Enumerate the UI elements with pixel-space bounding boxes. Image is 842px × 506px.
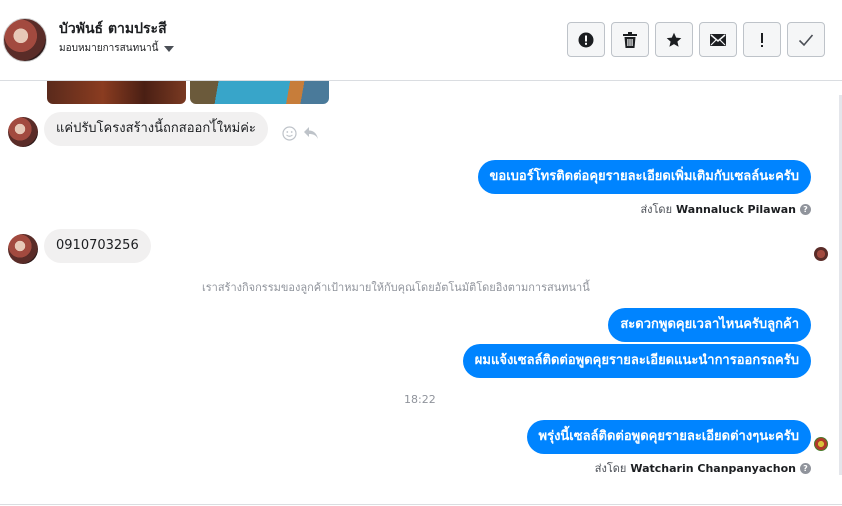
contact-avatar[interactable] <box>3 18 47 62</box>
conversation-header: บัวพันธ์ ตามประสี มอบหมายการสนทนานี้ <box>0 0 842 81</box>
read-receipt-avatar <box>814 247 828 261</box>
divider <box>0 504 842 505</box>
outgoing-message[interactable]: พรุ่งนี้เซลล์ติดต่อพูดคุยรายละเอียดต่างๆ… <box>526 420 811 454</box>
incoming-message[interactable]: แค่ปรับโครงสร้างนี้ถกสออกไ้ใหม่ค่ะ <box>44 112 268 146</box>
mark-unread-button[interactable] <box>699 22 737 57</box>
mail-icon <box>710 33 726 46</box>
mark-done-button[interactable] <box>787 22 825 57</box>
outgoing-message[interactable]: สะดวกพูดคุยเวลาไหนครับลูกค้า <box>608 308 811 342</box>
sent-by-prefix: ส่งโดย <box>640 203 673 216</box>
system-note: เราสร้างกิจกรรมของลูกค้าเป้าหมายให้กับคุ… <box>202 281 590 294</box>
delete-button[interactable] <box>611 22 649 57</box>
contact-avatar-small[interactable] <box>8 117 38 147</box>
contact-name[interactable]: บัวพันธ์ ตามประสี <box>59 18 167 40</box>
help-icon[interactable]: ? <box>800 203 811 215</box>
star-icon <box>666 32 682 47</box>
sent-by-label: ส่งโดย Watcharin Chanpanyachon ? <box>595 459 811 477</box>
sender-name[interactable]: Watcharin Chanpanyachon <box>630 462 796 475</box>
message-timestamp: 18:22 <box>404 393 436 406</box>
sent-by-label: ส่งโดย Wannaluck Pilawan ? <box>640 200 811 218</box>
incoming-message[interactable]: 0910703256 <box>44 229 151 263</box>
follow-up-button[interactable] <box>743 22 781 57</box>
media-attachments <box>47 81 329 104</box>
star-button[interactable] <box>655 22 693 57</box>
emoji-reaction-icon[interactable] <box>282 126 297 141</box>
read-receipt-avatar <box>814 437 828 451</box>
sender-name[interactable]: Wannaluck Pilawan <box>676 203 796 216</box>
sent-by-prefix: ส่งโดย <box>594 462 627 475</box>
exclamation-icon <box>761 32 763 47</box>
alert-circle-icon <box>578 32 594 47</box>
assign-conversation-dropdown[interactable]: มอบหมายการสนทนานี้ <box>59 41 175 56</box>
help-icon[interactable]: ? <box>800 462 811 474</box>
check-icon <box>798 33 814 46</box>
image-attachment[interactable] <box>47 81 186 104</box>
contact-avatar-small[interactable] <box>8 234 38 264</box>
conversation-toolbar <box>567 22 825 57</box>
assign-label: มอบหมายการสนทนานี้ <box>59 43 159 54</box>
reply-icon[interactable] <box>303 125 319 141</box>
outgoing-message[interactable]: ผมแจ้งเซลล์ติดต่อพูดคุยรายละเอียดแนะนำกา… <box>462 344 811 378</box>
image-attachment[interactable] <box>190 81 329 104</box>
trash-icon <box>623 31 637 48</box>
caret-down-icon <box>164 45 175 52</box>
mark-spam-button[interactable] <box>567 22 605 57</box>
outgoing-message[interactable]: ขอเบอร์โทรติดต่อคุยรายละเอียดเพิ่มเติมกั… <box>477 160 811 194</box>
